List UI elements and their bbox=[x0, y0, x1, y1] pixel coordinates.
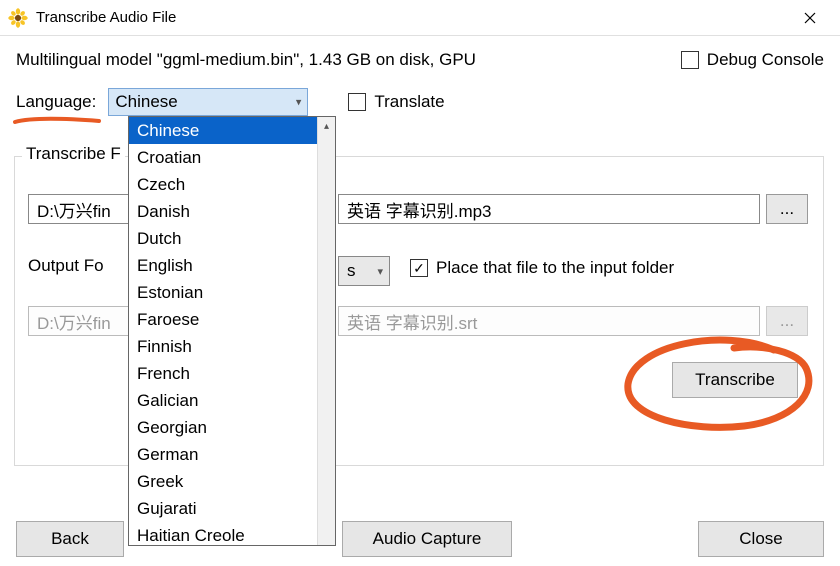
language-option[interactable]: Georgian bbox=[129, 414, 317, 441]
language-option[interactable]: Gujarati bbox=[129, 495, 317, 522]
titlebar: Transcribe Audio File bbox=[0, 0, 840, 36]
close-icon bbox=[804, 12, 816, 24]
checkbox-checked-icon: ✓ bbox=[410, 259, 428, 277]
model-info-text: Multilingual model "ggml-medium.bin", 1.… bbox=[16, 50, 476, 70]
language-option[interactable]: Finnish bbox=[129, 333, 317, 360]
language-option[interactable]: Faroese bbox=[129, 306, 317, 333]
language-option[interactable]: Haitian Creole bbox=[129, 522, 317, 545]
language-option[interactable]: Greek bbox=[129, 468, 317, 495]
language-dropdown-list[interactable]: ChineseCroatianCzechDanishDutchEnglishEs… bbox=[128, 116, 336, 546]
close-button[interactable]: Close bbox=[698, 521, 824, 557]
transcribe-button[interactable]: Transcribe bbox=[672, 362, 798, 398]
debug-console-label: Debug Console bbox=[707, 50, 824, 70]
input-file-path-left[interactable]: D:\万兴fin bbox=[28, 194, 130, 224]
output-format-combobox[interactable]: s ▾ bbox=[338, 256, 390, 286]
place-to-input-folder-checkbox[interactable]: ✓ Place that file to the input folder bbox=[410, 258, 674, 278]
language-option[interactable]: Chinese bbox=[129, 117, 317, 144]
fieldset-legend: Transcribe F bbox=[22, 144, 125, 164]
language-option[interactable]: English bbox=[129, 252, 317, 279]
back-button[interactable]: Back bbox=[16, 521, 124, 557]
language-option[interactable]: Czech bbox=[129, 171, 317, 198]
language-combobox[interactable]: Chinese ▾ bbox=[108, 88, 308, 116]
language-option[interactable]: Galician bbox=[129, 387, 317, 414]
checkbox-icon bbox=[681, 51, 699, 69]
language-option[interactable]: Estonian bbox=[129, 279, 317, 306]
debug-console-checkbox[interactable]: Debug Console bbox=[681, 50, 824, 70]
window-title: Transcribe Audio File bbox=[36, 9, 788, 26]
browse-output-button: ... bbox=[766, 306, 808, 336]
output-format-value: s bbox=[347, 261, 356, 281]
chevron-down-icon: ▾ bbox=[377, 265, 383, 278]
chevron-down-icon: ▾ bbox=[296, 96, 302, 109]
place-to-input-folder-label: Place that file to the input folder bbox=[436, 258, 674, 278]
bottom-bar: Back Audio Capture Close bbox=[0, 512, 840, 566]
checkbox-icon bbox=[348, 93, 366, 111]
translate-checkbox[interactable]: Translate bbox=[348, 92, 444, 112]
language-option[interactable]: Dutch bbox=[129, 225, 317, 252]
language-label: Language: bbox=[16, 92, 96, 112]
language-option[interactable]: Croatian bbox=[129, 144, 317, 171]
audio-capture-button[interactable]: Audio Capture bbox=[342, 521, 512, 557]
window-close-button[interactable] bbox=[788, 2, 832, 34]
annotation-underline bbox=[13, 116, 101, 126]
browse-input-button[interactable]: ... bbox=[766, 194, 808, 224]
language-option[interactable]: German bbox=[129, 441, 317, 468]
output-format-label: Output Fo bbox=[28, 256, 104, 276]
app-icon bbox=[8, 8, 28, 28]
output-file-path-right: 英语 字幕识别.srt bbox=[338, 306, 760, 336]
translate-label: Translate bbox=[374, 92, 444, 112]
input-file-path-right[interactable]: 英语 字幕识别.mp3 bbox=[338, 194, 760, 224]
language-selected-value: Chinese bbox=[115, 92, 177, 112]
language-option[interactable]: French bbox=[129, 360, 317, 387]
scrollbar[interactable]: ▴ bbox=[317, 117, 335, 545]
output-file-path-left: D:\万兴fin bbox=[28, 306, 130, 336]
language-option[interactable]: Danish bbox=[129, 198, 317, 225]
scroll-up-icon[interactable]: ▴ bbox=[318, 117, 335, 135]
